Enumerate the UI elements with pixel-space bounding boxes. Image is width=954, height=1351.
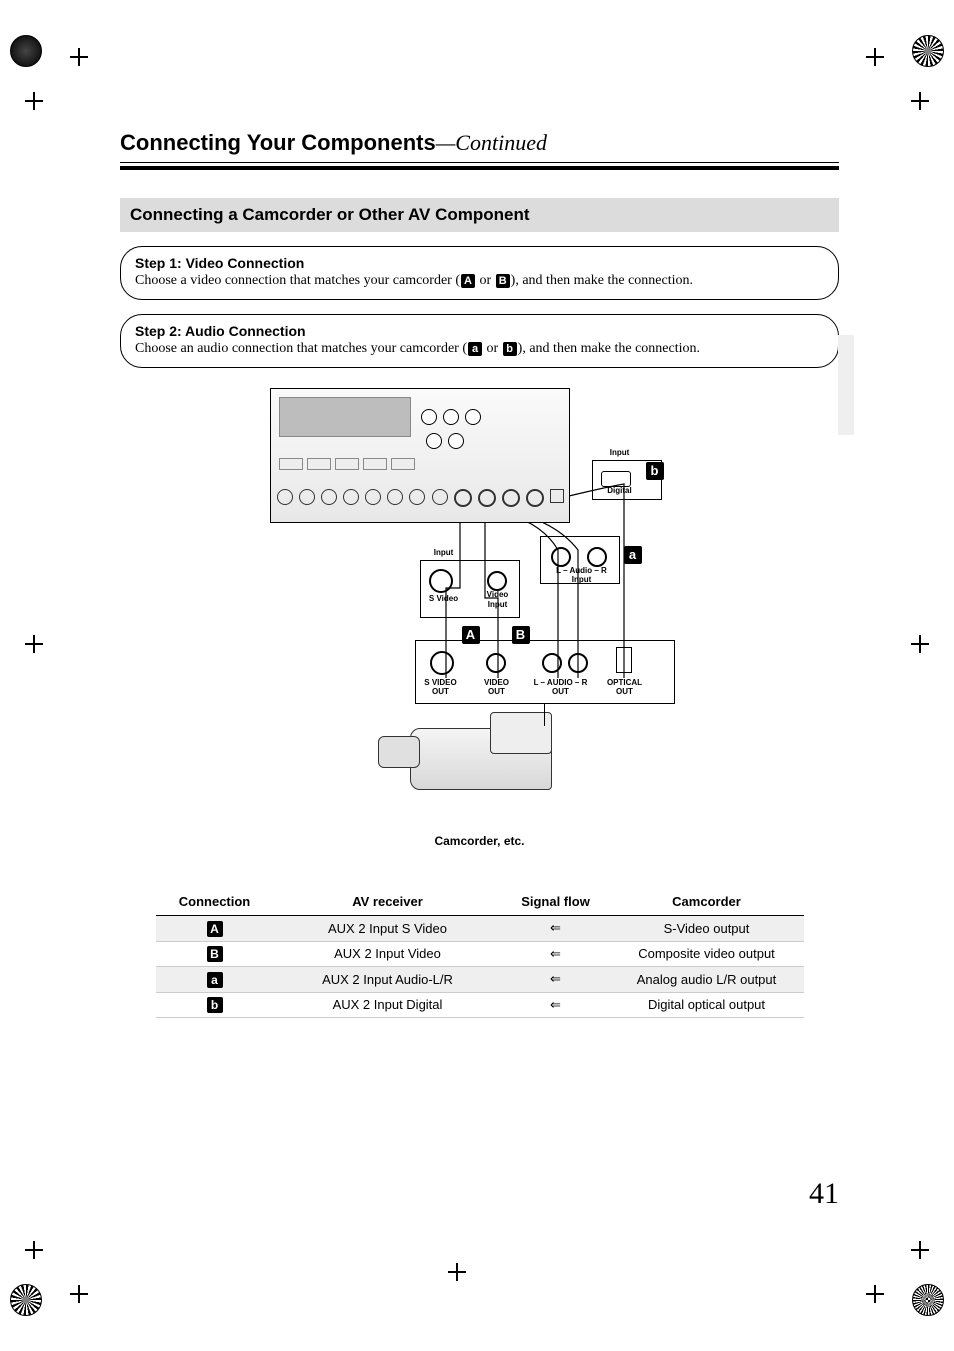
row-receiver: AUX 2 Input Digital [274, 992, 502, 1018]
av-receiver-illustration [270, 388, 570, 523]
receiver-knob-row [421, 409, 481, 425]
table-row: B AUX 2 Input Video ⇐ Composite video ou… [156, 941, 804, 967]
label-input: Input [419, 549, 469, 558]
reg-corner-br [912, 1284, 944, 1316]
table-row: b AUX 2 Input Digital ⇐ Digital optical … [156, 992, 804, 1018]
receiver-front-jacks [277, 489, 565, 507]
reg-corner-tr [912, 35, 944, 67]
step-1-text-after: ), and then make the connection. [511, 273, 693, 288]
label-optical-out: OPTICAL OUT [600, 679, 650, 697]
page-header: Connecting Your Components—Continued [120, 130, 839, 170]
diagram-caption: Camcorder, etc. [120, 834, 839, 848]
table-row: A AUX 2 Input S Video ⇐ S-Video output [156, 916, 804, 942]
badge-A-inline: A [461, 274, 475, 288]
step-1-text-mid: or [476, 273, 495, 288]
reg-corner-tl [10, 35, 42, 67]
row-badge: a [207, 972, 223, 988]
badge-B-inline: B [496, 274, 510, 288]
row-flow: ⇐ [502, 916, 610, 942]
label-svideo: S Video [419, 595, 469, 604]
row-camcorder: S-Video output [610, 916, 804, 942]
header-title: Connecting Your Components [120, 130, 436, 155]
badge-a-inline: a [468, 342, 482, 356]
th-connection: Connection [156, 888, 274, 916]
row-badge: B [207, 946, 223, 962]
step-2-text-before: Choose an audio connection that matches … [135, 341, 467, 356]
page-number: 41 [809, 1177, 839, 1211]
th-camcorder: Camcorder [610, 888, 804, 916]
row-flow: ⇐ [502, 967, 610, 993]
label-digital-top: Input [595, 449, 645, 458]
rule-thick [120, 166, 839, 170]
connection-diagram: Input S Video Video Input L – Audio – R … [270, 388, 690, 828]
label-digital-bot: Digital [595, 487, 645, 496]
section-title: Connecting a Camcorder or Other AV Compo… [120, 198, 839, 232]
receiver-button-strip [279, 455, 439, 473]
rule-thin [120, 162, 839, 163]
row-flow: ⇐ [502, 941, 610, 967]
crop-mark [911, 1241, 929, 1259]
crop-mark-center [448, 1263, 466, 1281]
row-receiver: AUX 2 Input S Video [274, 916, 502, 942]
camcorder-outputs-closeup: S VIDEO OUT VIDEO OUT L – AUDIO – R OUT … [415, 640, 675, 704]
connection-table: Connection AV receiver Signal flow Camco… [156, 888, 804, 1018]
table-row: a AUX 2 Input Audio-L/R ⇐ Analog audio L… [156, 967, 804, 993]
side-tab [838, 335, 854, 435]
receiver-audio-inputs-closeup: L – Audio – R Input [540, 536, 620, 584]
step-1-box: Step 1: Video Connection Choose a video … [120, 246, 839, 300]
label-audio-lr-in: L – Audio – R Input [547, 567, 617, 585]
row-receiver: AUX 2 Input Audio-L/R [274, 967, 502, 993]
receiver-display [279, 397, 411, 437]
crop-mark [70, 1285, 88, 1303]
row-badge: A [207, 921, 223, 937]
crop-mark [70, 48, 88, 66]
crop-mark [866, 48, 884, 66]
row-badge: b [207, 997, 223, 1013]
reg-corner-bl [10, 1284, 42, 1316]
crop-mark [911, 92, 929, 110]
crop-mark [25, 1241, 43, 1259]
crop-mark [25, 635, 43, 653]
step-2-body: Choose an audio connection that matches … [135, 341, 824, 357]
header-continued: —Continued [436, 130, 547, 155]
step-1-text-before: Choose a video connection that matches y… [135, 273, 460, 288]
row-flow: ⇐ [502, 992, 610, 1018]
step-1-body: Choose a video connection that matches y… [135, 273, 824, 289]
badge-b-inline: b [503, 342, 517, 356]
receiver-video-inputs-closeup: Input S Video Video Input [420, 560, 520, 618]
label-svideo-out: S VIDEO OUT [416, 679, 466, 697]
row-receiver: AUX 2 Input Video [274, 941, 502, 967]
label-video-out: VIDEO OUT [472, 679, 522, 697]
step-1-title: Step 1: Video Connection [135, 255, 824, 271]
row-camcorder: Digital optical output [610, 992, 804, 1018]
crop-mark [25, 92, 43, 110]
label-video-in-top: Video [473, 591, 523, 600]
th-flow: Signal flow [502, 888, 610, 916]
step-2-text-after: ), and then make the connection. [518, 341, 700, 356]
row-camcorder: Composite video output [610, 941, 804, 967]
diagram-badge-b: b [646, 462, 664, 480]
row-camcorder: Analog audio L/R output [610, 967, 804, 993]
diagram-badge-a: a [624, 546, 642, 564]
step-2-title: Step 2: Audio Connection [135, 323, 824, 339]
table-header-row: Connection AV receiver Signal flow Camco… [156, 888, 804, 916]
th-receiver: AV receiver [274, 888, 502, 916]
crop-mark [911, 635, 929, 653]
step-2-box: Step 2: Audio Connection Choose an audio… [120, 314, 839, 368]
label-audio-out: L – AUDIO – R OUT [528, 679, 594, 697]
step-2-text-mid: or [483, 341, 502, 356]
crop-mark [866, 1285, 884, 1303]
camcorder-illustration [390, 718, 580, 798]
label-video-in-bot: Input [473, 601, 523, 610]
